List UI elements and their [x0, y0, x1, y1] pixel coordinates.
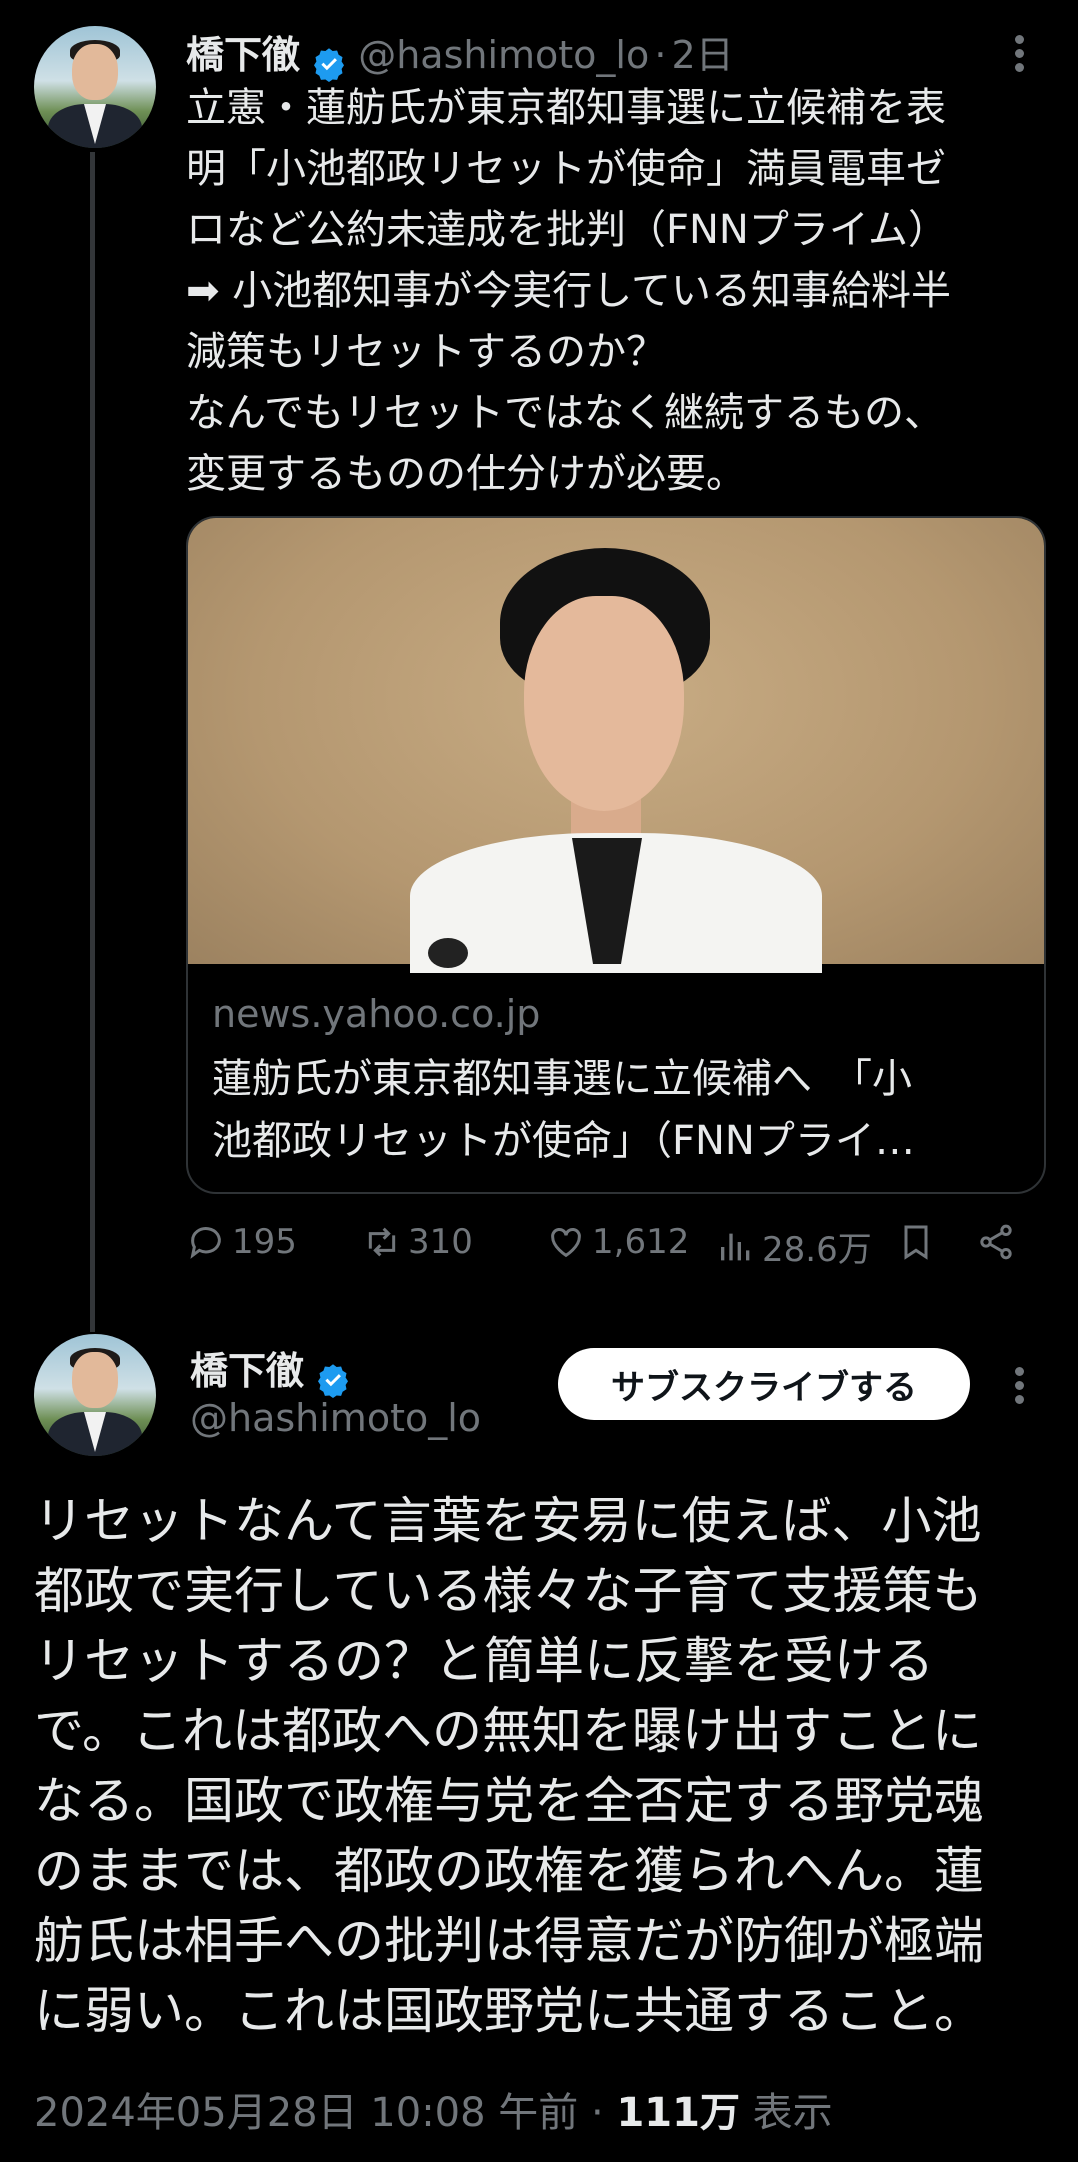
link-card[interactable]: news.yahoo.co.jp 蓮舫氏が東京都知事選に立候補へ 「小 池都政リ…: [186, 516, 1046, 1194]
repost-button[interactable]: 310: [362, 1222, 473, 1262]
verified-icon: [318, 1363, 349, 1398]
handle[interactable]: @hashimoto_lo: [190, 1396, 481, 1440]
like-count: 1,612: [592, 1222, 690, 1262]
more-icon[interactable]: [1013, 1362, 1025, 1409]
reply-icon: [190, 1227, 221, 1259]
bookmark-button[interactable]: [896, 1222, 942, 1262]
tweet2-header: 橋下徹: [190, 1340, 351, 1398]
share-button[interactable]: [976, 1222, 1022, 1262]
post-time[interactable]: 2日: [672, 33, 734, 77]
separator: ·: [591, 2090, 604, 2136]
separator: ·: [654, 33, 667, 77]
avatar[interactable]: [34, 26, 156, 148]
tweet1-header: 橋下徹 @hashimoto_lo · 2日: [186, 24, 734, 82]
like-button[interactable]: 1,612: [546, 1222, 689, 1262]
verified-icon: [314, 47, 345, 82]
action-bar: 195 310 1,612 28.6万: [186, 1222, 1036, 1282]
repost-count: 310: [408, 1222, 473, 1262]
share-icon: [980, 1224, 1012, 1260]
card-title: 蓮舫氏が東京都知事選に立候補へ 「小 池都政リセットが使命」（FNNプライ…: [212, 1056, 915, 1164]
views-count: 111万: [616, 2090, 740, 2136]
subscribe-button[interactable]: サブスクライブする: [558, 1348, 970, 1420]
thread-line: [90, 152, 95, 1332]
display-name[interactable]: 橋下徹: [190, 1349, 304, 1393]
views-icon: [721, 1233, 750, 1260]
tweet1-text: 立憲・蓮舫氏が東京都知事選に立候補を表 明「小池都政リセットが使命」満員電車ゼ …: [186, 85, 952, 497]
bookmark-icon: [904, 1225, 928, 1260]
more-icon[interactable]: [1013, 30, 1025, 77]
handle[interactable]: @hashimoto_lo: [358, 33, 649, 77]
tweet-meta: 2024年05月28日 10:08 午前 · 111万 表示: [34, 2080, 833, 2138]
timestamp[interactable]: 2024年05月28日 10:08 午前: [34, 2090, 578, 2136]
like-icon: [551, 1228, 581, 1258]
repost-icon: [368, 1227, 396, 1257]
views-button[interactable]: 28.6万: [716, 1222, 872, 1271]
reply-button[interactable]: 195: [186, 1222, 297, 1262]
tweet2-text: リセットなんて言葉を安易に使えば、小池 都政で実行している様々な子育て支援策も …: [34, 1492, 984, 2040]
views-count: 28.6万: [762, 1230, 872, 1270]
avatar[interactable]: [34, 1334, 156, 1456]
views-label: 表示: [752, 2090, 833, 2136]
reply-count: 195: [232, 1222, 297, 1262]
display-name[interactable]: 橋下徹: [186, 33, 300, 77]
card-domain: news.yahoo.co.jp: [212, 992, 541, 1036]
card-image: [188, 518, 1044, 973]
